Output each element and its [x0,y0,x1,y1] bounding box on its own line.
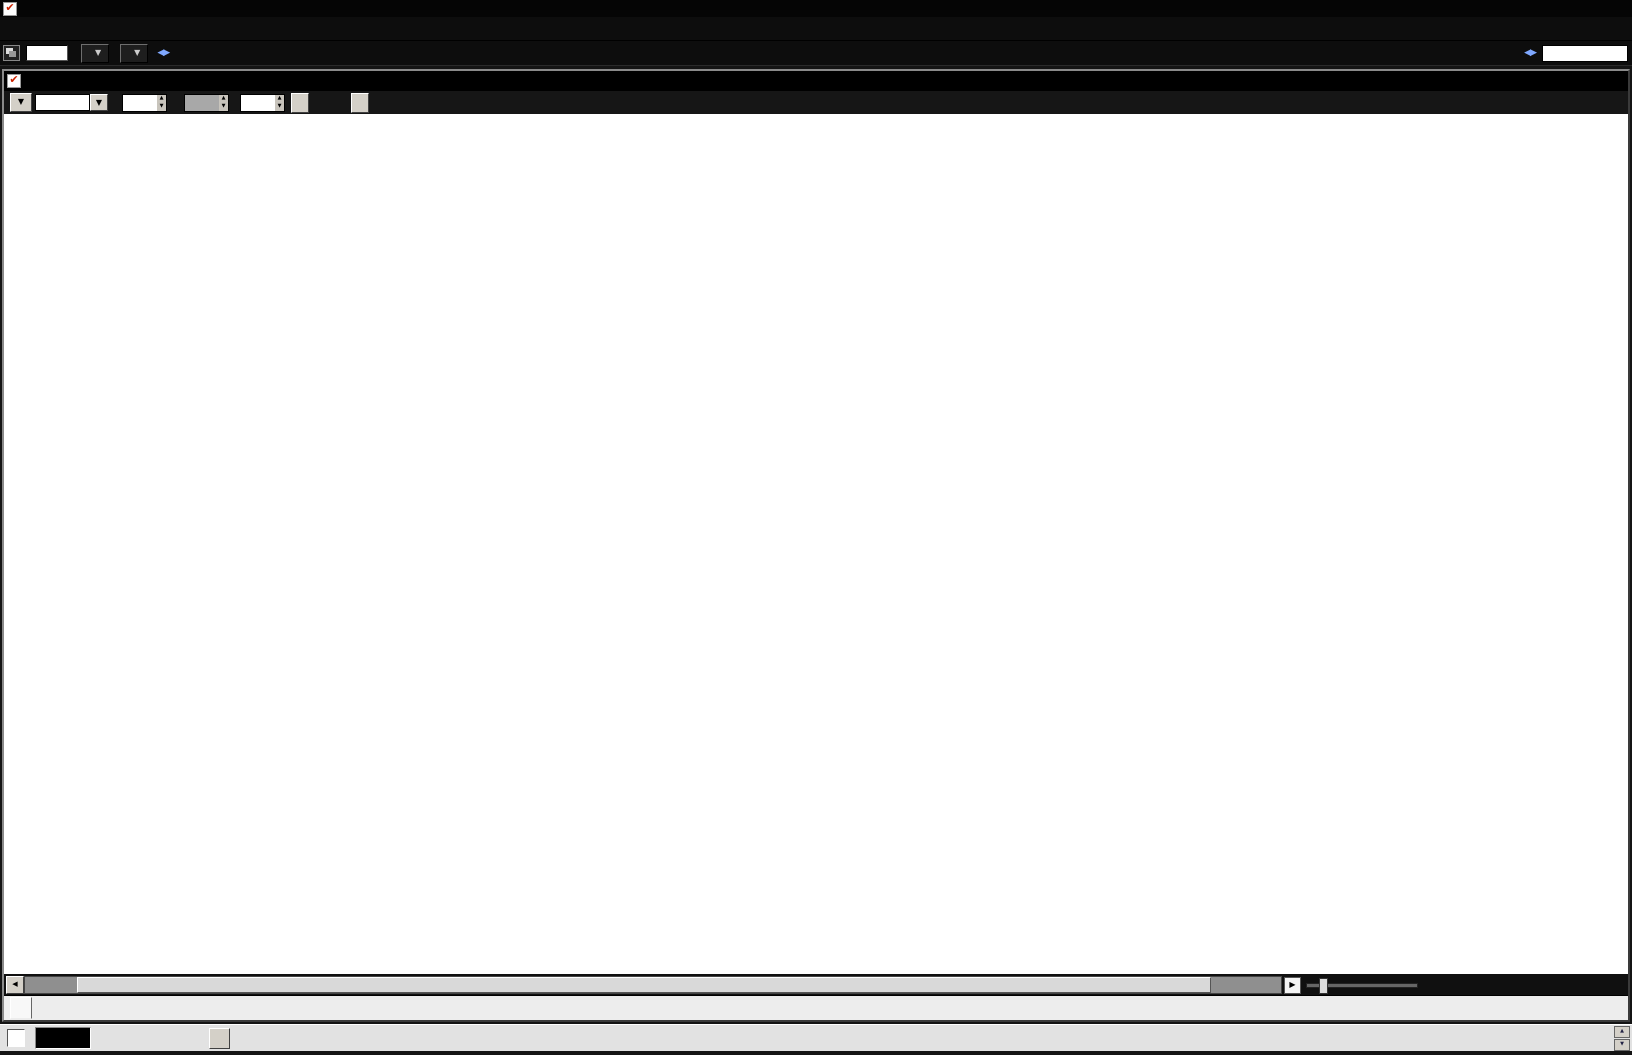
tab-nikkei225[interactable] [10,997,32,1019]
chevron-down-icon: ▼ [134,48,141,57]
symbol-combobox[interactable]: ▼ [35,94,108,111]
chart-window-titlebar[interactable]: ✔ [4,71,1628,91]
bar-count-stepper[interactable]: ▲ ▼ [122,93,167,112]
apply-button[interactable] [291,92,309,113]
password-input[interactable] [1542,44,1628,62]
splitter-arrows-icon[interactable]: ◀▶ [1524,48,1537,58]
status-checkbox[interactable] [7,1029,25,1047]
bar-count-value [123,95,157,111]
scroll-right-button[interactable]: ▶ [1284,977,1301,994]
up-arrow-icon[interactable]: ▲ [1614,1025,1630,1038]
toolbar-menu-button[interactable]: ▼ [120,43,149,63]
zoom-slider[interactable] [1306,978,1418,994]
chart-window: ✔ ▼ ▼ ▲ ▼ ▲ ▼ ▲ ▼ ◀ ▶ [2,69,1630,1022]
toolbar: ▼ ▼ ◀▶ ◀▶ [0,41,1632,66]
zoom-slider-thumb[interactable] [1319,978,1328,994]
chart-window-icon: ✔ [7,74,21,88]
layout-menu-button[interactable]: ▼ [81,43,110,63]
down-arrow-icon[interactable]: ▼ [1614,1038,1630,1051]
chevron-down-icon[interactable]: ▼ [90,94,108,111]
chevron-down-icon[interactable]: ▼ [10,93,32,112]
scrollbar-thumb[interactable] [77,977,1211,993]
count-value [241,95,275,111]
chart-area [4,114,1628,974]
scroll-left-button[interactable]: ◀ [6,976,24,994]
app-logo-icon: ✔ [3,1,17,16]
app-titlebar: ✔ [0,0,1632,17]
status-bar: ▲ ▼ [0,1024,1632,1051]
up-arrow-button[interactable] [209,1027,230,1049]
chart-controls-bar: ▼ ▼ ▲ ▼ ▲ ▼ ▲ ▼ [4,91,1628,114]
toolbar-input[interactable] [26,45,68,61]
spinner-arrows-icon[interactable]: ▲ ▼ [157,94,166,111]
horizontal-scrollbar[interactable] [24,976,1282,994]
status-scroll-buttons: ▲ ▼ [1614,1025,1630,1051]
chart-scroll-row: ◀ ▶ [4,974,1628,995]
spinner-arrows-icon[interactable]: ▲ ▼ [275,94,284,111]
menu-bar [0,17,1632,41]
minute-stepper[interactable]: ▲ ▼ [184,93,229,112]
multi-symbol-button[interactable] [351,92,369,113]
bottom-strip [0,1051,1632,1055]
minute-value [185,95,219,111]
symbol-value [35,94,90,111]
count-stepper[interactable]: ▲ ▼ [240,93,285,112]
chevron-down-icon: ▼ [95,48,102,57]
layout-icon[interactable] [3,45,20,61]
status-symbol [35,1027,91,1049]
chart-tab-row [4,995,1628,1020]
splitter-arrows-icon[interactable]: ◀▶ [157,48,170,58]
spinner-arrows-icon: ▲ ▼ [219,94,228,111]
